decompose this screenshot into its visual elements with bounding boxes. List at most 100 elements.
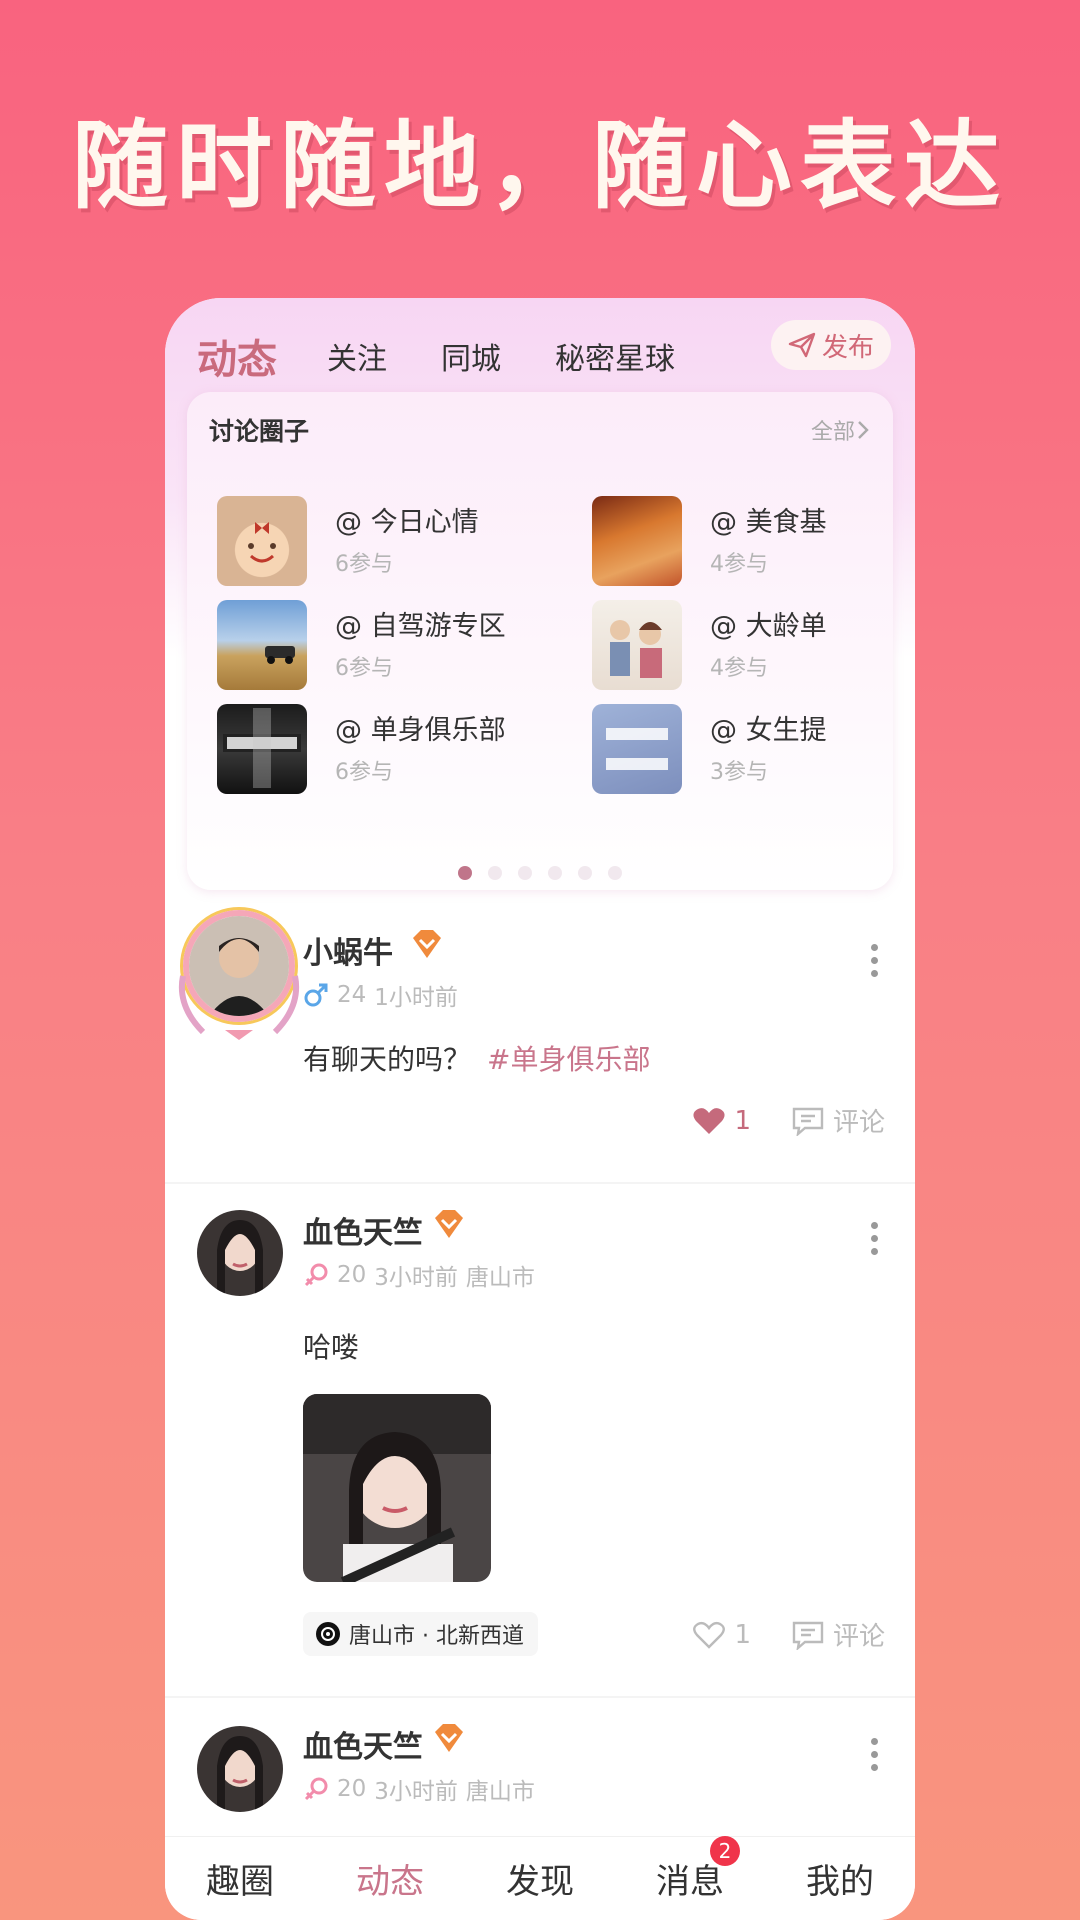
circle-count: 4参与 <box>710 656 768 681</box>
post-age: 24 <box>337 982 367 1008</box>
post-age: 20 <box>337 1776 367 1802</box>
avatar[interactable] <box>197 1210 283 1296</box>
username[interactable]: 血色天竺 <box>303 1208 423 1252</box>
circle-thumb-qa <box>592 704 682 794</box>
carousel-dot[interactable] <box>548 866 562 880</box>
nav-messages[interactable]: 消息 2 <box>656 1836 740 1903</box>
post-body: 有聊天的吗？ <box>303 1043 472 1076</box>
location-label: 唐山市 · 北新西道 <box>349 1624 524 1649</box>
feed-post: 血色天竺 20 3小时前 唐山市 <box>165 1716 915 1836</box>
location-camera-icon <box>316 1622 340 1646</box>
circle-thumb-food <box>592 496 682 586</box>
username[interactable]: 血色天竺 <box>303 1722 423 1766</box>
comment-icon <box>792 1621 824 1650</box>
post-actions: 1 评论 <box>652 1616 885 1653</box>
post-image[interactable] <box>303 1394 491 1582</box>
post-divider <box>165 1182 915 1184</box>
circle-count: 6参与 <box>335 760 393 785</box>
circle-item-older-singles[interactable]: @ 大龄单 4参与 <box>592 600 892 690</box>
circle-count: 4参与 <box>710 552 768 577</box>
post-time: 3小时前 <box>374 1265 458 1291</box>
laurel-frame-icon <box>178 975 300 1040</box>
circle-item-food[interactable]: @ 美食基 4参与 <box>592 496 892 586</box>
circle-item-singles-club[interactable]: @ 单身俱乐部 6参与 <box>217 704 637 794</box>
circle-count: 6参与 <box>335 552 393 577</box>
tab-dynamic[interactable]: 动态 <box>197 338 277 382</box>
post-time: 1小时前 <box>374 985 458 1011</box>
heart-filled-icon <box>693 1107 726 1134</box>
circle-thumb-road <box>217 600 307 690</box>
carousel-dot[interactable] <box>488 866 502 880</box>
chevron-right-icon <box>858 421 869 439</box>
comment-icon <box>792 1107 824 1136</box>
like-count: 1 <box>734 1619 751 1650</box>
like-count: 1 <box>734 1105 751 1136</box>
circles-all-link[interactable]: 全部 <box>811 414 871 446</box>
verified-badge-icon <box>435 1210 463 1238</box>
circle-name: @ 单身俱乐部 <box>335 715 506 746</box>
location-chip[interactable]: 唐山市 · 北新西道 <box>303 1612 538 1656</box>
tab-secret-planet[interactable]: 秘密星球 <box>555 338 675 382</box>
carousel-dot[interactable] <box>458 866 472 880</box>
nav-discover[interactable]: 发现 <box>506 1854 574 1903</box>
nav-dynamic[interactable]: 动态 <box>356 1854 424 1903</box>
more-options-icon[interactable] <box>871 1738 879 1772</box>
feed-post: 小蜗牛 24 1小时前 有聊天的吗？ #单身俱乐部 1 评论 <box>165 906 915 1182</box>
carousel-dots <box>187 866 893 880</box>
circle-thumb-smiley <box>217 496 307 586</box>
nav-messages-label: 消息 <box>656 1862 724 1902</box>
top-tabs: 动态 关注 同城 秘密星球 <box>197 326 729 382</box>
post-meta: 20 3小时前 唐山市 <box>303 1258 543 1292</box>
comment-button[interactable]: 评论 <box>791 1616 885 1653</box>
username[interactable]: 小蜗牛 <box>303 928 393 972</box>
post-time: 3小时前 <box>374 1779 458 1805</box>
circle-name: @ 大龄单 <box>710 611 827 642</box>
verified-badge-icon <box>435 1724 463 1752</box>
carousel-dot[interactable] <box>518 866 532 880</box>
post-city: 唐山市 <box>465 1265 535 1291</box>
circle-name: @ 今日心情 <box>335 507 479 538</box>
carousel-dot[interactable] <box>578 866 592 880</box>
circle-item-girls-ask[interactable]: @ 女生提 3参与 <box>592 704 892 794</box>
more-options-icon[interactable] <box>871 944 879 978</box>
nav-me[interactable]: 我的 <box>806 1854 874 1903</box>
post-age: 20 <box>337 1262 367 1288</box>
post-meta: 20 3小时前 唐山市 <box>303 1772 543 1806</box>
post-text: 有聊天的吗？ #单身俱乐部 <box>303 1038 650 1078</box>
comment-button[interactable]: 评论 <box>791 1102 885 1139</box>
like-button[interactable]: 1 <box>692 1620 751 1650</box>
publish-label: 发布 <box>821 332 874 363</box>
more-options-icon[interactable] <box>871 1222 879 1256</box>
male-icon <box>304 983 328 1007</box>
circles-all-label: 全部 <box>810 420 855 445</box>
circle-name: @ 美食基 <box>710 507 827 538</box>
female-icon <box>304 1263 328 1287</box>
paper-plane-icon <box>788 332 816 358</box>
like-button[interactable]: 1 <box>692 1106 751 1136</box>
post-hashtag[interactable]: #单身俱乐部 <box>487 1043 650 1076</box>
phone-screen: 动态 关注 同城 秘密星球 发布 讨论圈子 全部 @ 今日心情 6参与 @ 美食… <box>165 298 915 1920</box>
comment-label: 评论 <box>832 1108 885 1138</box>
carousel-dot[interactable] <box>608 866 622 880</box>
publish-button[interactable]: 发布 <box>771 320 891 370</box>
nav-fun-circle[interactable]: 趣圈 <box>206 1854 274 1903</box>
comment-label: 评论 <box>832 1622 885 1652</box>
post-meta: 24 1小时前 <box>303 978 466 1012</box>
promo-headline: 随时随地，随心表达 <box>72 110 1008 222</box>
feed-post: 血色天竺 20 3小时前 唐山市 哈喽 唐山市 · 北新西道 1 评论 <box>165 1200 915 1680</box>
post-divider <box>165 1696 915 1698</box>
circle-thumb-cartoon <box>592 600 682 690</box>
tab-same-city[interactable]: 同城 <box>441 338 501 382</box>
unread-badge: 2 <box>710 1836 740 1866</box>
post-actions: 1 评论 <box>652 1102 885 1139</box>
circle-item-mood[interactable]: @ 今日心情 6参与 <box>217 496 637 586</box>
circle-item-road-trip[interactable]: @ 自驾游专区 6参与 <box>217 600 637 690</box>
circle-count: 6参与 <box>335 656 393 681</box>
post-city: 唐山市 <box>465 1779 535 1805</box>
circle-name: @ 女生提 <box>710 715 827 746</box>
tab-follow[interactable]: 关注 <box>327 338 387 382</box>
avatar[interactable] <box>197 1726 283 1812</box>
verified-badge-icon <box>413 930 441 958</box>
circle-name: @ 自驾游专区 <box>335 611 506 642</box>
female-icon <box>304 1777 328 1801</box>
